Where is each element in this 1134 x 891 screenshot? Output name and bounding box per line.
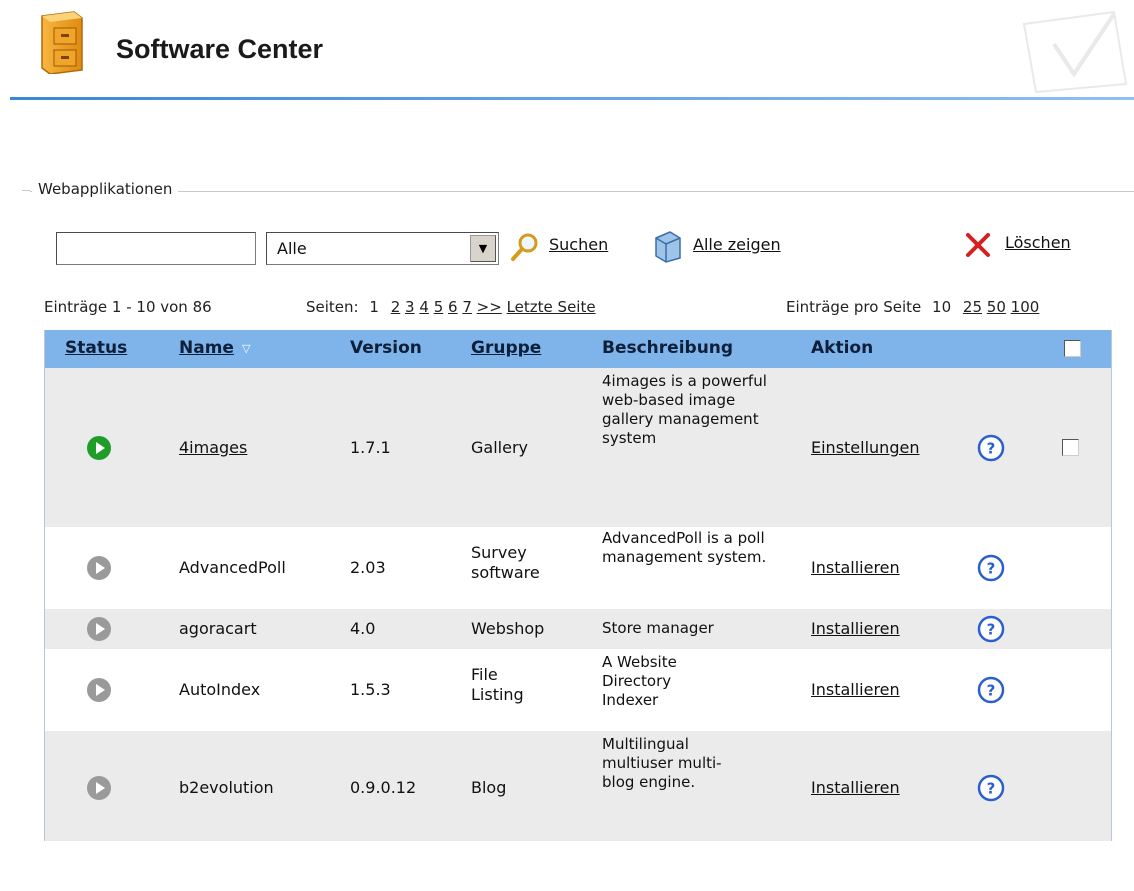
- app-name: AdvancedPoll: [179, 558, 286, 577]
- per-page-option[interactable]: 50: [987, 298, 1006, 316]
- show-all-button[interactable]: Alle zeigen: [693, 235, 781, 254]
- column-header-group[interactable]: Gruppe: [471, 338, 541, 358]
- help-icon[interactable]: ?: [977, 774, 1005, 802]
- column-header-description: Beschreibung: [602, 338, 734, 358]
- page-link[interactable]: 4: [419, 298, 429, 316]
- svg-text:?: ?: [987, 621, 996, 639]
- install-link[interactable]: Installieren: [811, 558, 900, 577]
- table-header: Status Name ▽ Version Gruppe Beschreibun…: [45, 330, 1111, 368]
- per-page-current: 10: [932, 298, 952, 316]
- app-group: Survey software: [471, 543, 540, 582]
- group-select[interactable]: Alle ▼: [266, 232, 499, 265]
- svg-text:?: ?: [987, 560, 996, 578]
- install-link[interactable]: Installieren: [811, 778, 900, 797]
- app-group: Webshop: [471, 619, 545, 638]
- help-icon[interactable]: ?: [977, 615, 1005, 643]
- page-title: Software Center: [116, 34, 324, 64]
- app-version: 1.5.3: [350, 680, 391, 699]
- show-all-icon[interactable]: [650, 228, 686, 264]
- page-list: Seiten: 1 2 3 4 5 6 7 >> Letzte Seite: [306, 298, 596, 316]
- svg-text:?: ?: [987, 780, 996, 798]
- group-select-value: Alle: [277, 239, 307, 258]
- status-inactive-icon[interactable]: [86, 775, 112, 801]
- help-icon[interactable]: ?: [977, 554, 1005, 582]
- delete-icon[interactable]: [964, 231, 992, 259]
- per-page-label: Einträge pro Seite: [786, 298, 922, 316]
- app-version: 2.03: [350, 558, 386, 577]
- checkmark-watermark-icon: [1022, 10, 1128, 94]
- table-row: b2evolution 0.9.0.12 Blog Multilingual m…: [45, 731, 1111, 841]
- app-name: AutoIndex: [179, 680, 261, 699]
- status-inactive-icon[interactable]: [86, 616, 112, 642]
- per-page-selector: Einträge pro Seite 10 25 50 100: [786, 298, 1039, 316]
- sort-desc-icon: ▽: [242, 342, 251, 355]
- column-header-action: Aktion: [811, 338, 874, 358]
- per-page-option[interactable]: 100: [1011, 298, 1040, 316]
- svg-text:?: ?: [987, 682, 996, 700]
- page-link[interactable]: 2: [391, 298, 401, 316]
- page-link[interactable]: 3: [405, 298, 415, 316]
- app-description: A Website Directory Indexer: [602, 653, 677, 709]
- file-cabinet-icon: [41, 11, 83, 74]
- app-name[interactable]: 4images: [179, 438, 247, 457]
- app-group: Blog: [471, 778, 507, 797]
- install-link[interactable]: Installieren: [811, 680, 900, 699]
- delete-button[interactable]: Löschen: [1005, 233, 1071, 252]
- search-icon[interactable]: [508, 230, 542, 264]
- search-input[interactable]: [56, 232, 256, 265]
- app-description: 4images is a powerful web-based image ga…: [602, 372, 767, 447]
- table-row: agoracart 4.0 Webshop Store manager Inst…: [45, 609, 1111, 649]
- page-link[interactable]: 7: [462, 298, 472, 316]
- app-description: AdvancedPoll is a poll management system…: [602, 529, 767, 566]
- app-description: Multilingual multiuser multi-blog engine…: [602, 735, 722, 791]
- status-active-icon[interactable]: [86, 435, 112, 461]
- column-header-name[interactable]: Name: [179, 338, 234, 358]
- header-divider: [10, 97, 1134, 100]
- software-table: Status Name ▽ Version Gruppe Beschreibun…: [44, 330, 1112, 841]
- app-name: b2evolution: [179, 778, 274, 797]
- app-group: File Listing: [471, 665, 524, 704]
- app-version: 4.0: [350, 619, 376, 638]
- app-version: 1.7.1: [350, 438, 391, 457]
- fieldset-legend: Webapplikationen: [32, 180, 179, 198]
- pages-label: Seiten:: [306, 298, 359, 316]
- dropdown-arrow-button[interactable]: ▼: [470, 235, 496, 262]
- app-description: Store manager: [602, 619, 714, 637]
- table-row: 4images 1.7.1 Gallery 4images is a power…: [45, 368, 1111, 527]
- app-version: 0.9.0.12: [350, 778, 417, 797]
- help-icon[interactable]: ?: [977, 434, 1005, 462]
- settings-link[interactable]: Einstellungen: [811, 438, 919, 457]
- page-link[interactable]: 5: [434, 298, 444, 316]
- fieldset-border: [22, 190, 30, 191]
- select-all-checkbox[interactable]: [1064, 340, 1081, 357]
- table-row: AutoIndex 1.5.3 File Listing A Website D…: [45, 649, 1111, 731]
- entries-count: Einträge 1 - 10 von 86: [44, 298, 212, 316]
- app-group: Gallery: [471, 438, 528, 457]
- column-header-status[interactable]: Status: [65, 338, 127, 358]
- column-header-version: Version: [350, 338, 422, 358]
- app-name: agoracart: [179, 619, 257, 638]
- status-inactive-icon[interactable]: [86, 677, 112, 703]
- per-page-option[interactable]: 25: [963, 298, 982, 316]
- search-button[interactable]: Suchen: [549, 235, 608, 254]
- status-inactive-icon[interactable]: [86, 555, 112, 581]
- help-icon[interactable]: ?: [977, 676, 1005, 704]
- page-link[interactable]: 6: [448, 298, 458, 316]
- page-current: 1: [369, 298, 379, 316]
- install-link[interactable]: Installieren: [811, 619, 900, 638]
- row-checkbox[interactable]: [1062, 439, 1079, 456]
- app-header: Software Center: [0, 0, 1134, 100]
- svg-text:?: ?: [987, 440, 996, 458]
- table-row: AdvancedPoll 2.03 Survey software Advanc…: [45, 527, 1111, 609]
- next-pages-link[interactable]: >>: [477, 298, 502, 316]
- last-page-link[interactable]: Letzte Seite: [507, 298, 596, 316]
